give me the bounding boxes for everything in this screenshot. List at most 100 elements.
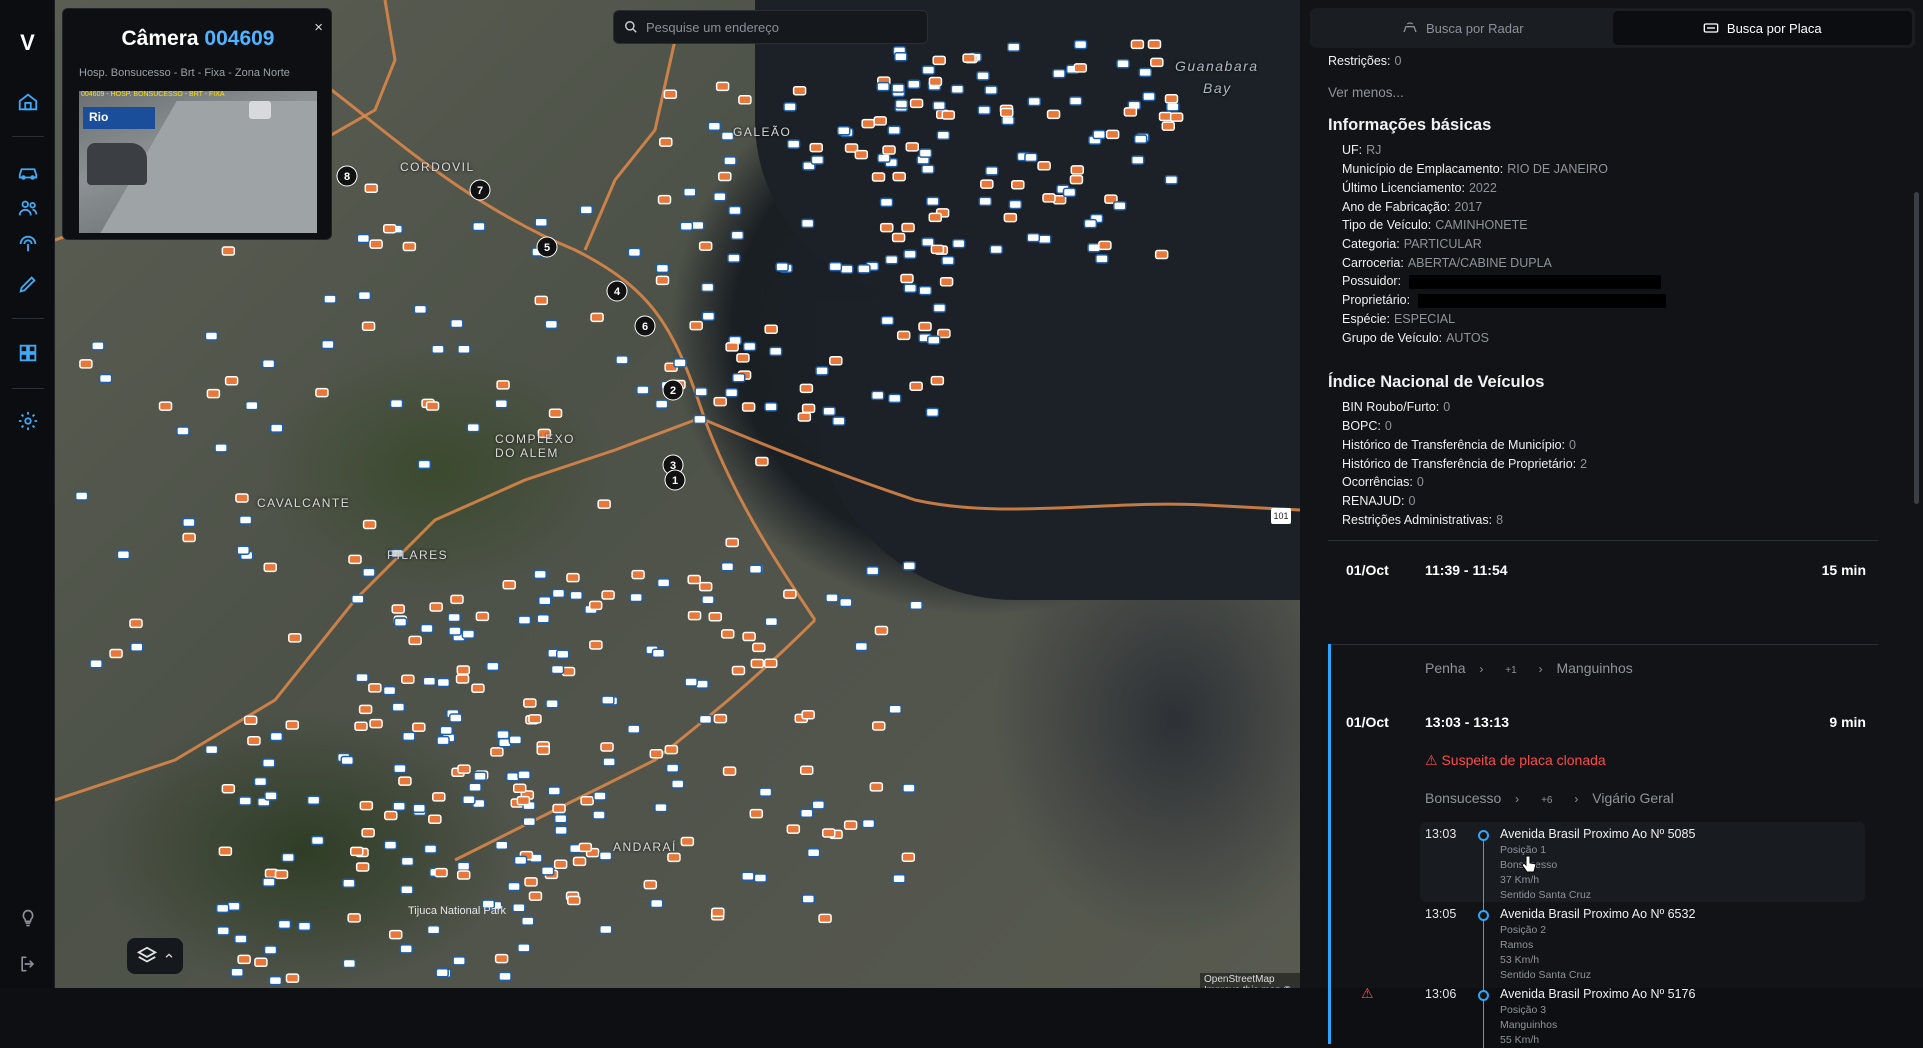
camera-marker[interactable] — [664, 744, 679, 755]
radar-marker[interactable] — [828, 261, 843, 272]
camera-marker[interactable] — [854, 149, 869, 160]
radar-marker[interactable] — [281, 852, 295, 863]
camera-marker[interactable] — [869, 782, 884, 792]
radar-marker[interactable] — [342, 958, 357, 969]
radar-marker[interactable] — [978, 196, 993, 207]
radar-marker[interactable] — [880, 315, 895, 326]
camera-marker[interactable] — [425, 401, 440, 411]
camera-marker[interactable] — [285, 720, 300, 730]
radar-marker[interactable] — [879, 197, 894, 208]
radar-marker[interactable] — [925, 407, 940, 418]
radar-marker[interactable] — [579, 205, 594, 215]
camera-marker[interactable] — [801, 709, 815, 720]
radar-marker[interactable] — [512, 903, 526, 913]
radar-marker[interactable] — [89, 658, 103, 669]
radar-marker[interactable] — [720, 131, 735, 141]
people-icon[interactable] — [14, 194, 42, 222]
radar-marker[interactable] — [400, 884, 414, 895]
radar-marker[interactable] — [989, 244, 1003, 255]
radar-marker[interactable] — [932, 303, 947, 313]
radar-marker[interactable] — [521, 916, 535, 926]
camera-marker[interactable] — [288, 633, 302, 643]
camera-marker[interactable] — [871, 172, 886, 182]
radar-marker[interactable] — [538, 595, 552, 606]
camera-marker[interactable] — [687, 610, 702, 621]
camera-marker[interactable] — [909, 381, 923, 391]
tab-radar-search[interactable]: Busca por Radar — [1313, 11, 1613, 45]
radar-marker[interactable] — [801, 894, 816, 904]
camera-marker[interactable] — [553, 859, 568, 870]
stop-title[interactable]: Avenida Brasil Proximo Ao Nº 5176 — [1500, 987, 1695, 1001]
camera-marker[interactable] — [818, 913, 832, 924]
camera-marker[interactable] — [1123, 107, 1138, 117]
camera-marker[interactable] — [713, 713, 728, 724]
trip-card-active[interactable]: 01/Oct 13:03 - 13:13 9 min ⚠ Suspeita de… — [1328, 644, 1878, 1048]
radar-marker[interactable] — [554, 825, 568, 836]
radar-marker[interactable] — [783, 102, 797, 112]
stop-title[interactable]: Avenida Brasil Proximo Ao Nº 6532 — [1500, 907, 1695, 921]
radar-marker[interactable] — [264, 791, 278, 801]
radar-marker[interactable] — [412, 803, 426, 813]
radar-marker[interactable] — [494, 399, 509, 409]
radar-marker[interactable] — [238, 515, 253, 525]
camera-marker[interactable] — [597, 499, 611, 509]
camera-marker[interactable] — [457, 764, 471, 774]
camera-marker[interactable] — [361, 827, 375, 838]
camera-marker[interactable] — [600, 742, 614, 752]
camera-marker[interactable] — [369, 718, 383, 729]
camera-marker[interactable] — [206, 388, 221, 399]
camera-marker[interactable] — [129, 618, 143, 629]
camera-marker[interactable] — [1158, 111, 1173, 122]
camera-marker[interactable] — [1154, 249, 1169, 260]
radar-marker[interactable] — [1008, 199, 1023, 210]
camera-marker[interactable] — [450, 594, 464, 605]
radar-marker[interactable] — [357, 290, 372, 301]
radar-marker[interactable] — [435, 967, 449, 978]
radar-marker[interactable] — [877, 153, 891, 163]
radar-marker[interactable] — [1083, 218, 1098, 229]
radar-marker[interactable] — [116, 550, 131, 560]
close-icon[interactable]: × — [314, 19, 323, 36]
radar-marker[interactable] — [517, 615, 532, 625]
camera-marker[interactable] — [358, 704, 373, 715]
radar-marker[interactable] — [436, 735, 450, 746]
radar-marker[interactable] — [615, 355, 629, 365]
radar-marker[interactable] — [545, 698, 559, 709]
radar-marker[interactable] — [786, 139, 801, 149]
radar-marker[interactable] — [176, 426, 190, 436]
radar-marker[interactable] — [486, 661, 500, 672]
radar-icon[interactable] — [14, 230, 42, 258]
radar-marker[interactable] — [342, 878, 356, 888]
radar-marker[interactable] — [891, 83, 905, 93]
radar-marker[interactable] — [297, 921, 312, 932]
radar-marker[interactable] — [1037, 234, 1052, 245]
radar-marker[interactable] — [98, 373, 113, 384]
radar-marker[interactable] — [417, 459, 432, 470]
camera-marker[interactable] — [720, 629, 735, 639]
camera-marker[interactable] — [388, 929, 403, 940]
radar-marker[interactable] — [950, 84, 965, 95]
radar-marker[interactable] — [728, 205, 742, 216]
radar-marker[interactable] — [508, 735, 523, 745]
radar-marker[interactable] — [811, 800, 826, 810]
radar-marker[interactable] — [393, 763, 407, 774]
camera-marker[interactable] — [1042, 193, 1056, 203]
radar-marker[interactable] — [389, 398, 404, 409]
radar-marker[interactable] — [431, 344, 445, 355]
radar-marker[interactable] — [1113, 201, 1127, 211]
camera-marker[interactable] — [391, 604, 405, 614]
camera-marker[interactable] — [572, 856, 587, 867]
camera-marker[interactable] — [456, 665, 471, 675]
radar-marker[interactable] — [888, 704, 902, 715]
radar-marker[interactable] — [253, 776, 268, 787]
camera-marker[interactable] — [1000, 107, 1014, 118]
camera-marker[interactable] — [552, 803, 566, 814]
camera-marker[interactable] — [412, 722, 426, 732]
radar-marker[interactable] — [245, 400, 259, 411]
radar-marker[interactable] — [627, 724, 641, 734]
radar-marker[interactable] — [461, 629, 476, 639]
camera-marker[interactable] — [1161, 121, 1176, 131]
camera-marker[interactable] — [548, 408, 563, 418]
radar-marker[interactable] — [670, 779, 685, 789]
radar-marker[interactable] — [534, 217, 548, 228]
